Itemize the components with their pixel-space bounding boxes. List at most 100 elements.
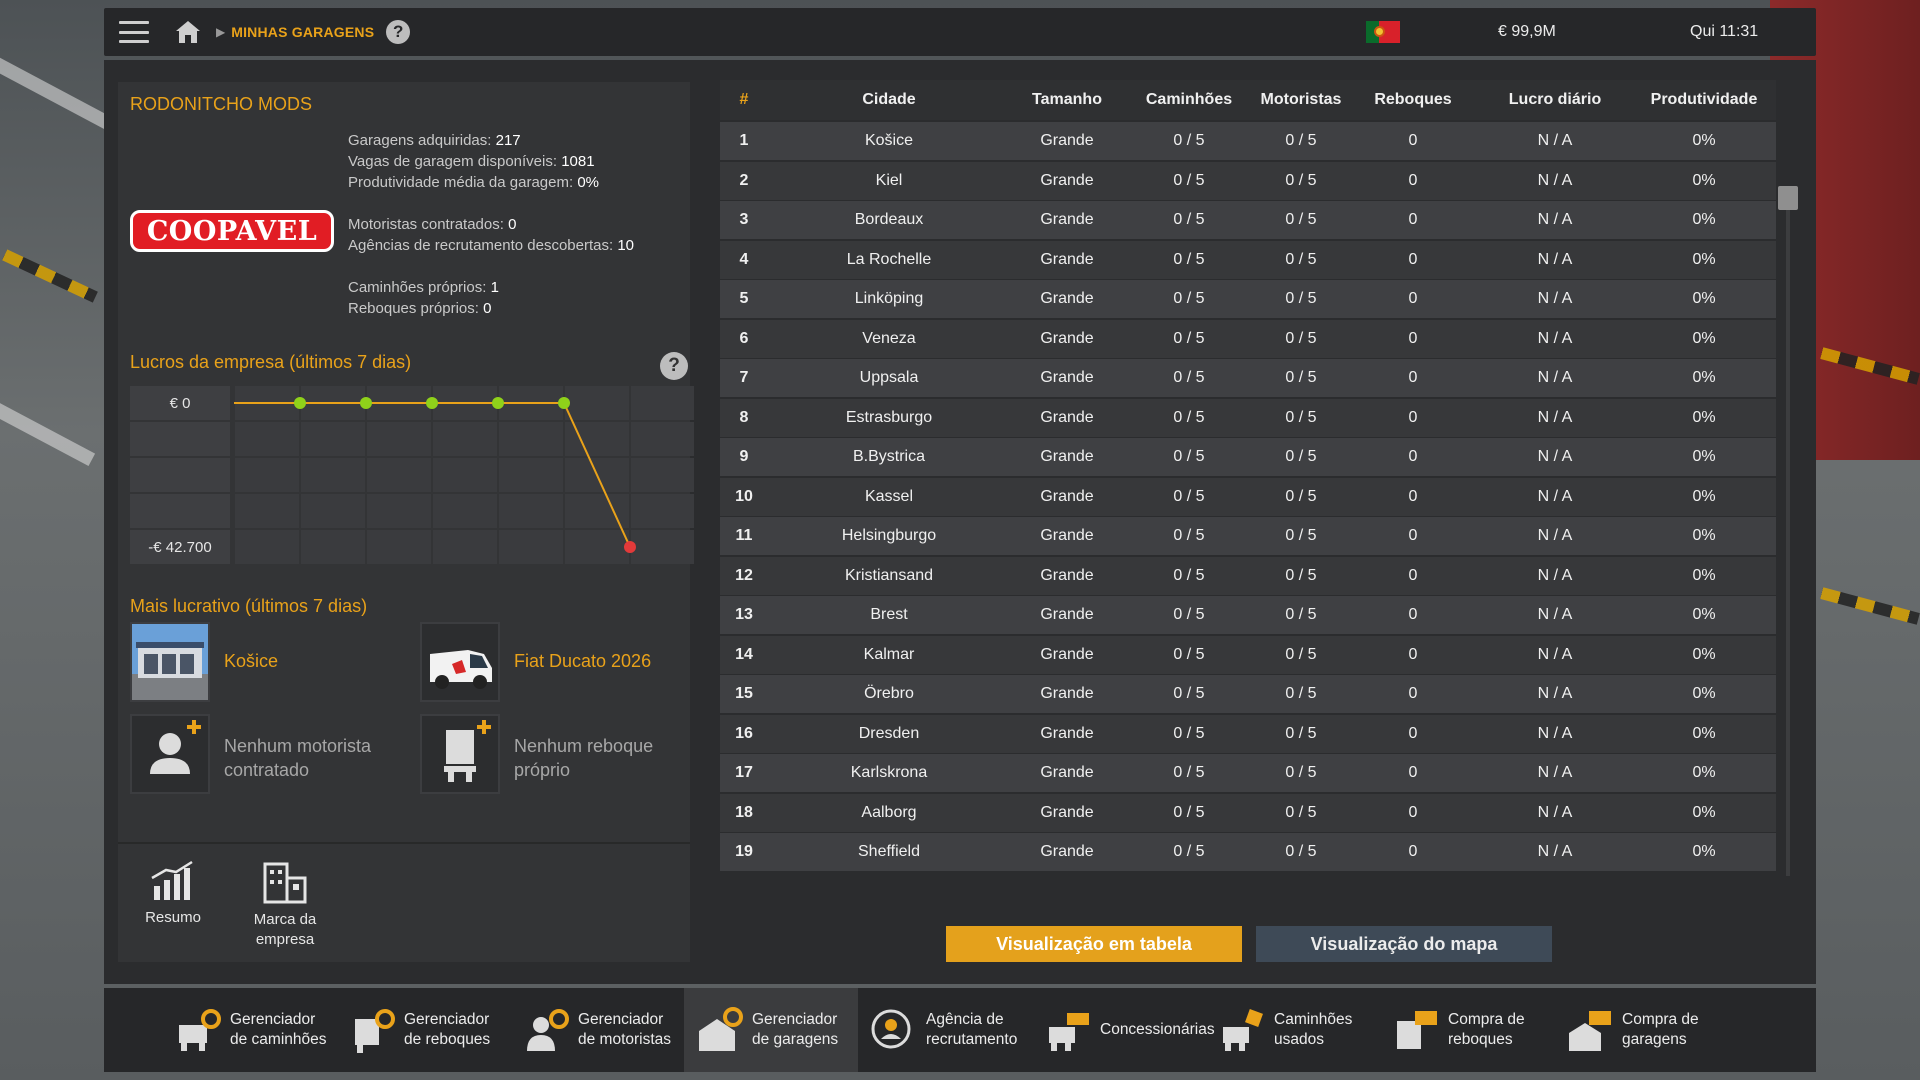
trailer-gear-icon (340, 1000, 404, 1060)
garages-table: # Cidade Tamanho Caminhões Motoristas Re… (720, 80, 1776, 878)
cell-trailers: 0 (1408, 803, 1418, 821)
money-balance: € 99,9M (1498, 23, 1556, 40)
cell-index: 12 (735, 566, 753, 584)
cell-index: 14 (735, 645, 753, 663)
col-header-index[interactable]: # (720, 91, 768, 109)
cell-productivity: 0% (1692, 764, 1716, 781)
chart-grid-cell (499, 422, 563, 456)
truck-thumbnail[interactable] (420, 622, 500, 702)
cell-size: Grande (1040, 724, 1094, 742)
nav-garage-gear[interactable]: Gerenciador de garagens (684, 988, 858, 1072)
nav-used-truck[interactable]: Caminhões usados (1206, 988, 1380, 1072)
cell-daily-profit: N / A (1537, 171, 1573, 189)
table-row[interactable]: 8 Estrasburgo Grande 0 / 5 0 / 5 0 N / A 0% (720, 398, 1776, 437)
no-driver-label: Nenhum motorista contratado (224, 736, 372, 780)
col-header-city[interactable]: Cidade (768, 91, 1010, 109)
garage-gear-icon (688, 1000, 752, 1060)
cell-index: 16 (735, 724, 753, 742)
cell-daily-profit: N / A (1537, 250, 1573, 268)
table-row[interactable]: 12 Kristiansand Grande 0 / 5 0 / 5 0 N / A 0% (720, 556, 1776, 595)
table-view-button[interactable]: Visualização em tabela (946, 926, 1242, 962)
stat-slots: Vagas de garagem disponíveis: 1081 (348, 153, 595, 170)
recruitment-icon (862, 1000, 926, 1060)
profits-help-button[interactable]: ? (660, 352, 688, 380)
cell-daily-profit: N / A (1537, 724, 1573, 742)
nav-recruitment[interactable]: Agência de recrutamento (858, 988, 1032, 1072)
scrollbar-thumb[interactable] (1778, 186, 1798, 210)
cell-trailers: 0 (1408, 290, 1418, 307)
stat-productivity: Produtividade média da garagem: 0% (348, 174, 599, 191)
company-brand-button[interactable]: Marca da empresa (230, 860, 340, 960)
chart-grid-cell (367, 494, 431, 528)
cell-city: Kiel (875, 171, 903, 189)
chart-grid-cell (433, 458, 497, 492)
cell-size: Grande (1040, 764, 1094, 781)
cell-trailers: 0 (1408, 645, 1418, 663)
table-row[interactable]: 13 Brest Grande 0 / 5 0 / 5 0 N / A 0% (720, 596, 1776, 634)
table-row[interactable]: 16 Dresden Grande 0 / 5 0 / 5 0 N / A 0% (720, 714, 1776, 753)
profit-point[interactable] (426, 397, 438, 409)
table-row[interactable]: 6 Veneza Grande 0 / 5 0 / 5 0 N / A 0% (720, 319, 1776, 358)
table-row[interactable]: 1 Košice Grande 0 / 5 0 / 5 0 N / A 0% (720, 122, 1776, 160)
cell-daily-profit: N / A (1537, 685, 1573, 702)
most-profitable-garage[interactable]: Košice (224, 651, 278, 672)
table-row[interactable]: 5 Linköping Grande 0 / 5 0 / 5 0 N / A 0% (720, 280, 1776, 318)
buy-trailer-tile[interactable] (420, 714, 500, 794)
help-button[interactable]: ? (386, 20, 411, 44)
cell-trailers: 0 (1408, 250, 1418, 268)
col-header-trucks[interactable]: Caminhões (1124, 91, 1254, 109)
used-truck-icon (1210, 1000, 1274, 1060)
table-row[interactable]: 4 La Rochelle Grande 0 / 5 0 / 5 0 N / A 0% (720, 240, 1776, 279)
nav-driver-gear[interactable]: Gerenciador de motoristas (510, 988, 684, 1072)
table-row[interactable]: 9 B.Bystrica Grande 0 / 5 0 / 5 0 N / A 0% (720, 438, 1776, 476)
chart-label-top: € 0 (130, 386, 230, 420)
profit-point[interactable] (492, 397, 504, 409)
table-row[interactable]: 10 Kassel Grande 0 / 5 0 / 5 0 N / A 0% (720, 477, 1776, 516)
col-header-size[interactable]: Tamanho (1010, 91, 1124, 109)
cell-daily-profit: N / A (1537, 487, 1573, 505)
col-header-daily-profit[interactable]: Lucro diário (1478, 91, 1632, 109)
most-profitable-truck[interactable]: Fiat Ducato 2026 (514, 651, 651, 672)
cell-city: La Rochelle (846, 250, 932, 268)
cell-size: Grande (1040, 132, 1094, 149)
nav-trailer-gear[interactable]: Gerenciador de reboques (336, 988, 510, 1072)
scroll-track[interactable] (1786, 186, 1790, 876)
table-row[interactable]: 15 Örebro Grande 0 / 5 0 / 5 0 N / A 0% (720, 675, 1776, 713)
map-view-button[interactable]: Visualização do mapa (1256, 926, 1552, 962)
profit-point[interactable] (624, 541, 636, 553)
nav-truck-gear[interactable]: Gerenciador de caminhões (162, 988, 336, 1072)
table-row[interactable]: 11 Helsingburgo Grande 0 / 5 0 / 5 0 N / A 0% (720, 517, 1776, 555)
garage-thumbnail[interactable] (130, 622, 210, 702)
col-header-productivity[interactable]: Produtividade (1632, 91, 1776, 109)
table-row[interactable]: 3 Bordeaux Grande 0 / 5 0 / 5 0 N / A 0% (720, 201, 1776, 239)
cell-daily-profit: N / A (1537, 843, 1573, 860)
summary-button[interactable]: Resumo (118, 860, 228, 960)
profit-point[interactable] (294, 397, 306, 409)
chart-grid-cell (631, 422, 694, 456)
hire-driver-tile[interactable] (130, 714, 210, 794)
table-row[interactable]: 17 Karlskrona Grande 0 / 5 0 / 5 0 N / A 0% (720, 754, 1776, 792)
nav-buy-garage[interactable]: Compra de garagens (1554, 988, 1728, 1072)
nav-label: Gerenciador de motoristas (578, 1011, 672, 1048)
cell-drivers: 0 / 5 (1285, 606, 1317, 623)
chart-label-bottom: -€ 42.700 (130, 530, 230, 564)
cell-trailers: 0 (1408, 566, 1418, 584)
breadcrumb[interactable]: MINHAS GARAGENS (231, 24, 374, 40)
table-row[interactable]: 2 Kiel Grande 0 / 5 0 / 5 0 N / A 0% (720, 161, 1776, 200)
table-row[interactable]: 14 Kalmar Grande 0 / 5 0 / 5 0 N / A 0% (720, 635, 1776, 674)
home-button[interactable] (164, 8, 212, 56)
nav-label: Gerenciador de garagens (752, 1011, 839, 1048)
nav-buy-trailer[interactable]: Compra de reboques (1380, 988, 1554, 1072)
cell-productivity: 0% (1692, 329, 1716, 347)
nav-dealer[interactable]: Concessionárias (1032, 988, 1215, 1072)
table-row[interactable]: 18 Aalborg Grande 0 / 5 0 / 5 0 N / A 0% (720, 793, 1776, 832)
menu-button[interactable] (104, 8, 164, 56)
profit-point[interactable] (558, 397, 570, 409)
cell-index: 8 (739, 408, 749, 426)
table-row[interactable]: 19 Sheffield Grande 0 / 5 0 / 5 0 N / A 0% (720, 833, 1776, 871)
col-header-trailers[interactable]: Reboques (1348, 91, 1478, 109)
table-row[interactable]: 7 Uppsala Grande 0 / 5 0 / 5 0 N / A 0% (720, 359, 1776, 397)
col-header-drivers[interactable]: Motoristas (1254, 91, 1348, 109)
profit-point[interactable] (360, 397, 372, 409)
buy-garage-icon (1558, 1000, 1622, 1060)
